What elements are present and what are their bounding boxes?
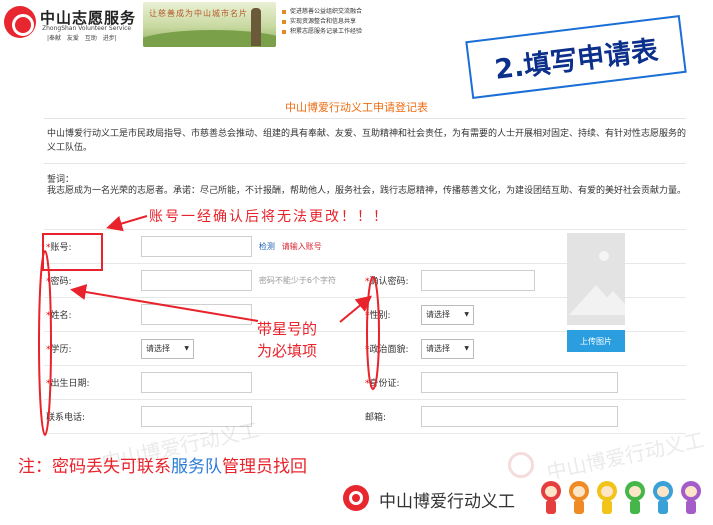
- divider: [44, 118, 686, 119]
- note-suffix: 管理员找回: [222, 457, 307, 477]
- photo-sun-shape: [599, 251, 609, 261]
- confirm-password-input[interactable]: [421, 270, 535, 291]
- id-card-label: 身份证:: [369, 379, 400, 389]
- pledge-text: 我志愿成为一名光荣的志愿者。承诺：尽己所能，不计报酬，帮助他人，服务社会，践行志…: [47, 186, 687, 196]
- birthdate-label: 出生日期:: [50, 379, 90, 389]
- account-arrow: [106, 215, 148, 232]
- political-label: 政治面貌:: [369, 345, 409, 355]
- banner-statue-shape: [251, 8, 261, 46]
- education-label: 学历:: [50, 345, 72, 355]
- password-label: 密码:: [50, 277, 72, 287]
- form-row: 联系电话: 邮箱:: [44, 399, 686, 434]
- birthdate-input[interactable]: [141, 372, 252, 393]
- name-input[interactable]: [141, 304, 252, 325]
- header-banner-image: 让慈善成为中山城市名片: [143, 2, 276, 47]
- banner-slogan: 让慈善成为中山城市名片: [149, 9, 248, 18]
- gender-select[interactable]: 请选择 ▼: [421, 304, 474, 325]
- logo-english-name: ZhongShan Volunteer Service: [42, 25, 132, 32]
- required-note-line: 为必填项: [257, 342, 318, 360]
- header-bullet: 实现资源整合和信息共享: [282, 17, 362, 27]
- political-select-value: 请选择: [426, 344, 450, 353]
- education-select-value: 请选择: [146, 344, 170, 353]
- header-bullet: 积累志愿服务记录工作经验: [282, 27, 362, 37]
- footer-org-name: 中山博爱行动义工: [379, 492, 515, 512]
- footer-logo-icon: [343, 485, 369, 511]
- check-account-link[interactable]: 检测: [259, 242, 275, 251]
- mascot-icon: [538, 481, 564, 517]
- header-bullet-list: 促进慈善公益组织交流融合 实现资源整合和信息共享 积累志愿服务记录工作经验: [282, 7, 362, 37]
- account-control-cell: 检测 请输入账号: [141, 229, 363, 264]
- volunteer-logo-icon[interactable]: [4, 6, 36, 38]
- password-recovery-note: 注：密码丢失可联系服务队管理员找回: [18, 452, 307, 477]
- id-card-input[interactable]: [421, 372, 618, 393]
- form-title: 中山博爱行动义工申请登记表: [285, 101, 428, 114]
- upload-photo-button[interactable]: 上传图片: [567, 330, 625, 352]
- email-input[interactable]: [421, 406, 618, 427]
- email-label: 邮箱:: [365, 413, 387, 423]
- account-check-message: 请输入账号: [281, 242, 322, 251]
- caret-down-icon: ▼: [464, 311, 469, 318]
- mascot-icon: [594, 481, 620, 517]
- education-select[interactable]: 请选择 ▼: [141, 338, 194, 359]
- divider: [44, 163, 686, 164]
- form-row: *出生日期: *身份证:: [44, 365, 686, 400]
- caret-down-icon: ▼: [464, 345, 469, 352]
- gender-select-value: 请选择: [426, 310, 450, 319]
- caret-down-icon: ▼: [184, 345, 189, 352]
- mascot-icon: [678, 481, 704, 517]
- account-input[interactable]: [141, 236, 252, 257]
- photo-mountain-shape: [591, 291, 625, 315]
- photo-placeholder-image: [567, 233, 625, 325]
- note-highlight: 服务队: [171, 457, 222, 477]
- mascot-icon: [650, 481, 676, 517]
- phone-label: 联系电话:: [46, 413, 86, 423]
- logo-tagline: |奉献 友爱 互助 进步|: [47, 35, 117, 42]
- note-prefix: 注：密码丢失可联系: [18, 457, 171, 477]
- required-note-line: 带星号的: [257, 320, 318, 338]
- password-input[interactable]: [141, 270, 252, 291]
- required-fields-note: 带星号的 为必填项: [257, 318, 317, 362]
- political-select[interactable]: 请选择 ▼: [421, 338, 474, 359]
- mascot-icon: [622, 481, 648, 517]
- mascot-group: [538, 481, 704, 517]
- account-highlight-box: [42, 233, 103, 271]
- confirm-password-label: 确认密码:: [369, 277, 409, 287]
- watermark-seal-icon: [508, 452, 534, 478]
- mascot-icon: [566, 481, 592, 517]
- password-hint: 密码不能少于6个字符: [258, 276, 336, 285]
- name-label: 姓名:: [50, 311, 72, 321]
- header-bullet: 促进慈善公益组织交流融合: [282, 7, 362, 17]
- gender-label: 性别:: [369, 311, 391, 321]
- form-intro: 中山博爱行动义工是市民政局指导、市慈善总会推动、组建的具有奉献、友爱、互助精神和…: [47, 129, 687, 153]
- account-warning-note: 账号一经确认后将无法更改！！！: [149, 209, 389, 225]
